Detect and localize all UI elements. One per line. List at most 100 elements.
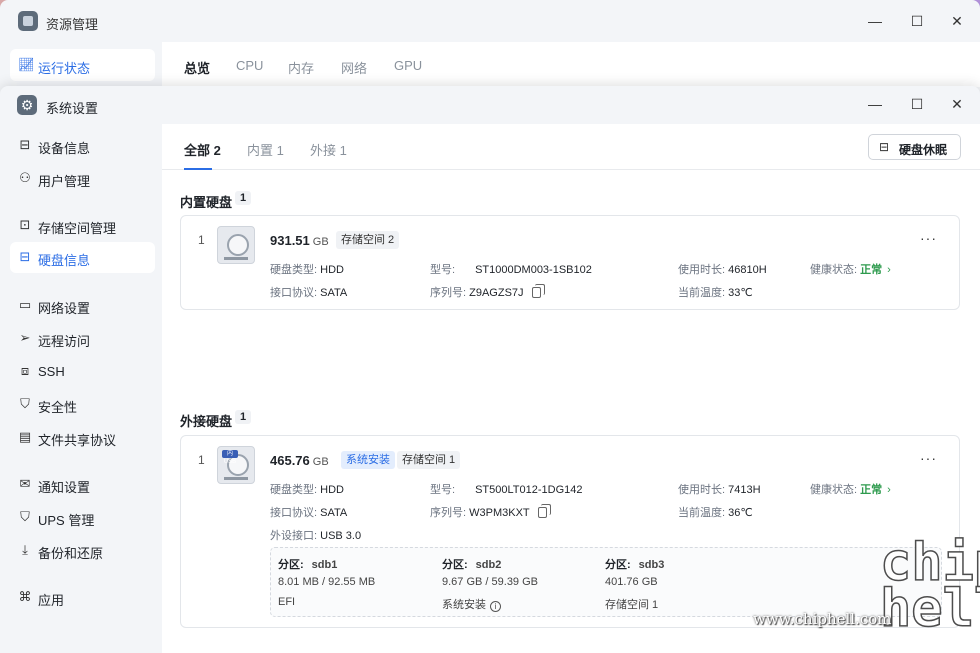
sidebar-item-label: 应用 xyxy=(38,593,65,608)
network-icon: ▭ xyxy=(18,297,32,312)
disk-index: 1 xyxy=(198,233,205,247)
disk-sleep-button[interactable]: ⊟ 硬盘休眠 xyxy=(868,134,961,160)
disk-tabbar: 全部 2 内置 1 外接 1 ⊟ 硬盘休眠 xyxy=(162,124,980,170)
bg-nav-label: 运行状态 xyxy=(38,61,91,76)
sidebar-item-label: 硬盘信息 xyxy=(38,253,91,268)
disk-health-link[interactable]: 健康状态: 正常 › xyxy=(810,261,891,277)
file-icon: ▤ xyxy=(18,429,32,444)
bg-tab-cpu[interactable]: CPU xyxy=(236,58,263,73)
bg-tabbar: 总览 CPU 内存 网络 GPU xyxy=(162,42,980,87)
chiphell-logo: chip hell xyxy=(879,533,980,639)
bg-minimize-button[interactable]: — xyxy=(864,10,886,32)
tab-all[interactable]: 全部 2 xyxy=(184,140,221,159)
copy-icon[interactable] xyxy=(537,504,551,518)
window-title: 系统设置 xyxy=(46,101,99,116)
sidebar-item-label: 设备信息 xyxy=(38,141,91,156)
system-install-badge: 系统安装 xyxy=(341,451,395,469)
terminal-icon: ⧈ xyxy=(20,363,30,378)
storage-pool-badge: 存储空间 1 xyxy=(397,451,461,469)
maximize-button[interactable]: ☐ xyxy=(906,93,928,115)
partition-item: 分区: sdb3 401.76 GB 存储空间 1 xyxy=(605,559,665,611)
disk-model: 型号: ST500LT012-1DG142 xyxy=(430,484,583,496)
bg-tab-memory[interactable]: 内存 xyxy=(288,58,314,77)
bg-titlebar: 资源管理 — ☐ ✕ xyxy=(0,0,980,42)
chevron-right-icon: › xyxy=(887,264,891,276)
bg-close-button[interactable]: ✕ xyxy=(946,10,968,32)
internal-count-badge: 1 xyxy=(235,191,252,205)
shield-icon: ⛉ xyxy=(20,396,30,411)
external-count-badge: 1 xyxy=(235,410,252,424)
bg-window-title: 资源管理 xyxy=(46,17,99,32)
disk-model: 型号: ST1000DM003-1SB102 xyxy=(430,264,592,276)
sidebar-item-label: 远程访问 xyxy=(38,334,91,349)
more-options-icon[interactable]: ··· xyxy=(920,450,937,466)
drive-icon: ⊟ xyxy=(19,137,31,152)
disk-type: 硬盘类型: HDD xyxy=(270,264,344,276)
sidebar-item-ups[interactable]: ⛉ UPS 管理 xyxy=(10,502,155,533)
bg-tab-overview[interactable]: 总览 xyxy=(184,58,210,77)
sidebar-item-label: 用户管理 xyxy=(38,174,91,189)
disk-type: 硬盘类型: HDD xyxy=(270,484,344,496)
disk-port: 外设接口: USB 3.0 xyxy=(270,530,362,542)
sidebar-item-device-info[interactable]: ⊟ 设备信息 xyxy=(10,130,155,161)
disk-serial: 序列号: Z9AGZS7J xyxy=(430,284,545,300)
disk-icon: ⊟ xyxy=(19,249,31,264)
sidebar-item-label: 安全性 xyxy=(38,400,78,415)
bg-maximize-button[interactable]: ☐ xyxy=(906,10,928,32)
disk-icon: ⊟ xyxy=(879,140,890,154)
disk-capacity: 465.76 GB xyxy=(270,453,329,468)
sidebar-item-label: 备份和还原 xyxy=(38,546,104,561)
hdd-icon xyxy=(217,226,255,264)
system-settings-window: ⚙ 系统设置 — ☐ ✕ ⊟ 设备信息 ⚇ 用户管理 ⊡ 存储空间管理 ⊟ 硬盘… xyxy=(0,86,980,653)
sidebar-item-ssh[interactable]: ⧈ SSH xyxy=(10,356,155,387)
backup-icon: ⤓ xyxy=(22,542,28,557)
sidebar-item-security[interactable]: ⛉ 安全性 xyxy=(10,389,155,420)
sidebar-item-users[interactable]: ⚇ 用户管理 xyxy=(10,163,155,194)
sidebar-item-label: SSH xyxy=(38,364,65,379)
close-button[interactable]: ✕ xyxy=(946,93,968,115)
bg-nav-running-status[interactable]: 📈︎ 运行状态 xyxy=(10,49,155,81)
sidebar-item-notifications[interactable]: ✉ 通知设置 xyxy=(10,469,155,500)
sidebar-item-label: 文件共享协议 xyxy=(38,433,117,448)
resource-manager-icon xyxy=(18,11,38,31)
send-icon: ➢ xyxy=(19,330,31,345)
minimize-button[interactable]: — xyxy=(864,93,886,115)
sidebar-item-apps[interactable]: ⌘ 应用 xyxy=(10,582,155,613)
sidebar-item-label: 网络设置 xyxy=(38,301,91,316)
usb-hdd-icon: 内USB xyxy=(217,446,255,484)
tab-internal[interactable]: 内置 1 xyxy=(247,140,284,159)
disk-sleep-label: 硬盘休眠 xyxy=(899,143,948,157)
info-icon[interactable]: i xyxy=(490,601,501,612)
disk-interface: 接口协议: SATA xyxy=(270,287,348,299)
chart-line-icon: 📈︎ xyxy=(18,57,35,72)
copy-icon[interactable] xyxy=(531,284,545,298)
sidebar-item-storage[interactable]: ⊡ 存储空间管理 xyxy=(10,210,155,241)
sidebar-item-remote[interactable]: ➢ 远程访问 xyxy=(10,323,155,354)
chevron-right-icon: › xyxy=(887,484,891,496)
disk-temperature: 当前温度: 33℃ xyxy=(678,287,753,299)
sidebar-item-network[interactable]: ▭ 网络设置 xyxy=(10,290,155,321)
external-section-title: 外接硬盘 xyxy=(180,414,233,429)
sidebar-item-disk-info[interactable]: ⊟ 硬盘信息 xyxy=(10,242,155,273)
more-options-icon[interactable]: ··· xyxy=(920,230,937,246)
internal-disk-card: 1 931.51 GB 存储空间 2 ··· 硬盘类型: HDD 型号: ST100… xyxy=(180,215,960,310)
sidebar-item-file-sharing[interactable]: ▤ 文件共享协议 xyxy=(10,422,155,453)
watermark-url: www.chiphell.com xyxy=(753,610,892,628)
disk-temperature: 当前温度: 36℃ xyxy=(678,507,753,519)
bg-tab-gpu[interactable]: GPU xyxy=(394,58,422,73)
sidebar: ⊟ 设备信息 ⚇ 用户管理 ⊡ 存储空间管理 ⊟ 硬盘信息 ▭ 网络设置 ➢ 远… xyxy=(0,124,162,653)
disk-hours: 使用时长: 7413H xyxy=(678,484,761,496)
disk-index: 1 xyxy=(198,453,205,467)
external-disk-card: 1 内USB 465.76 GB 系统安装 存储空间 1 ··· 硬盘类型: HD… xyxy=(180,435,960,628)
titlebar: ⚙ 系统设置 — ☐ ✕ xyxy=(0,86,980,124)
disk-health-link[interactable]: 健康状态: 正常 › xyxy=(810,481,891,497)
sidebar-item-label: 存储空间管理 xyxy=(38,221,117,236)
disk-capacity: 931.51 GB xyxy=(270,233,329,248)
internal-section-title: 内置硬盘 xyxy=(180,195,233,210)
bg-tab-network[interactable]: 网络 xyxy=(341,58,367,77)
partition-list: 分区: sdb1 8.01 MB / 92.55 MB EFI 分区: sdb2 9… xyxy=(270,547,942,617)
partition-item: 分区: sdb2 9.67 GB / 59.39 GB 系统安装 i xyxy=(442,559,539,612)
tab-external[interactable]: 外接 1 xyxy=(310,140,347,159)
storage-icon: ⊡ xyxy=(19,217,31,232)
sidebar-item-backup[interactable]: ⤓ 备份和还原 xyxy=(10,535,155,566)
